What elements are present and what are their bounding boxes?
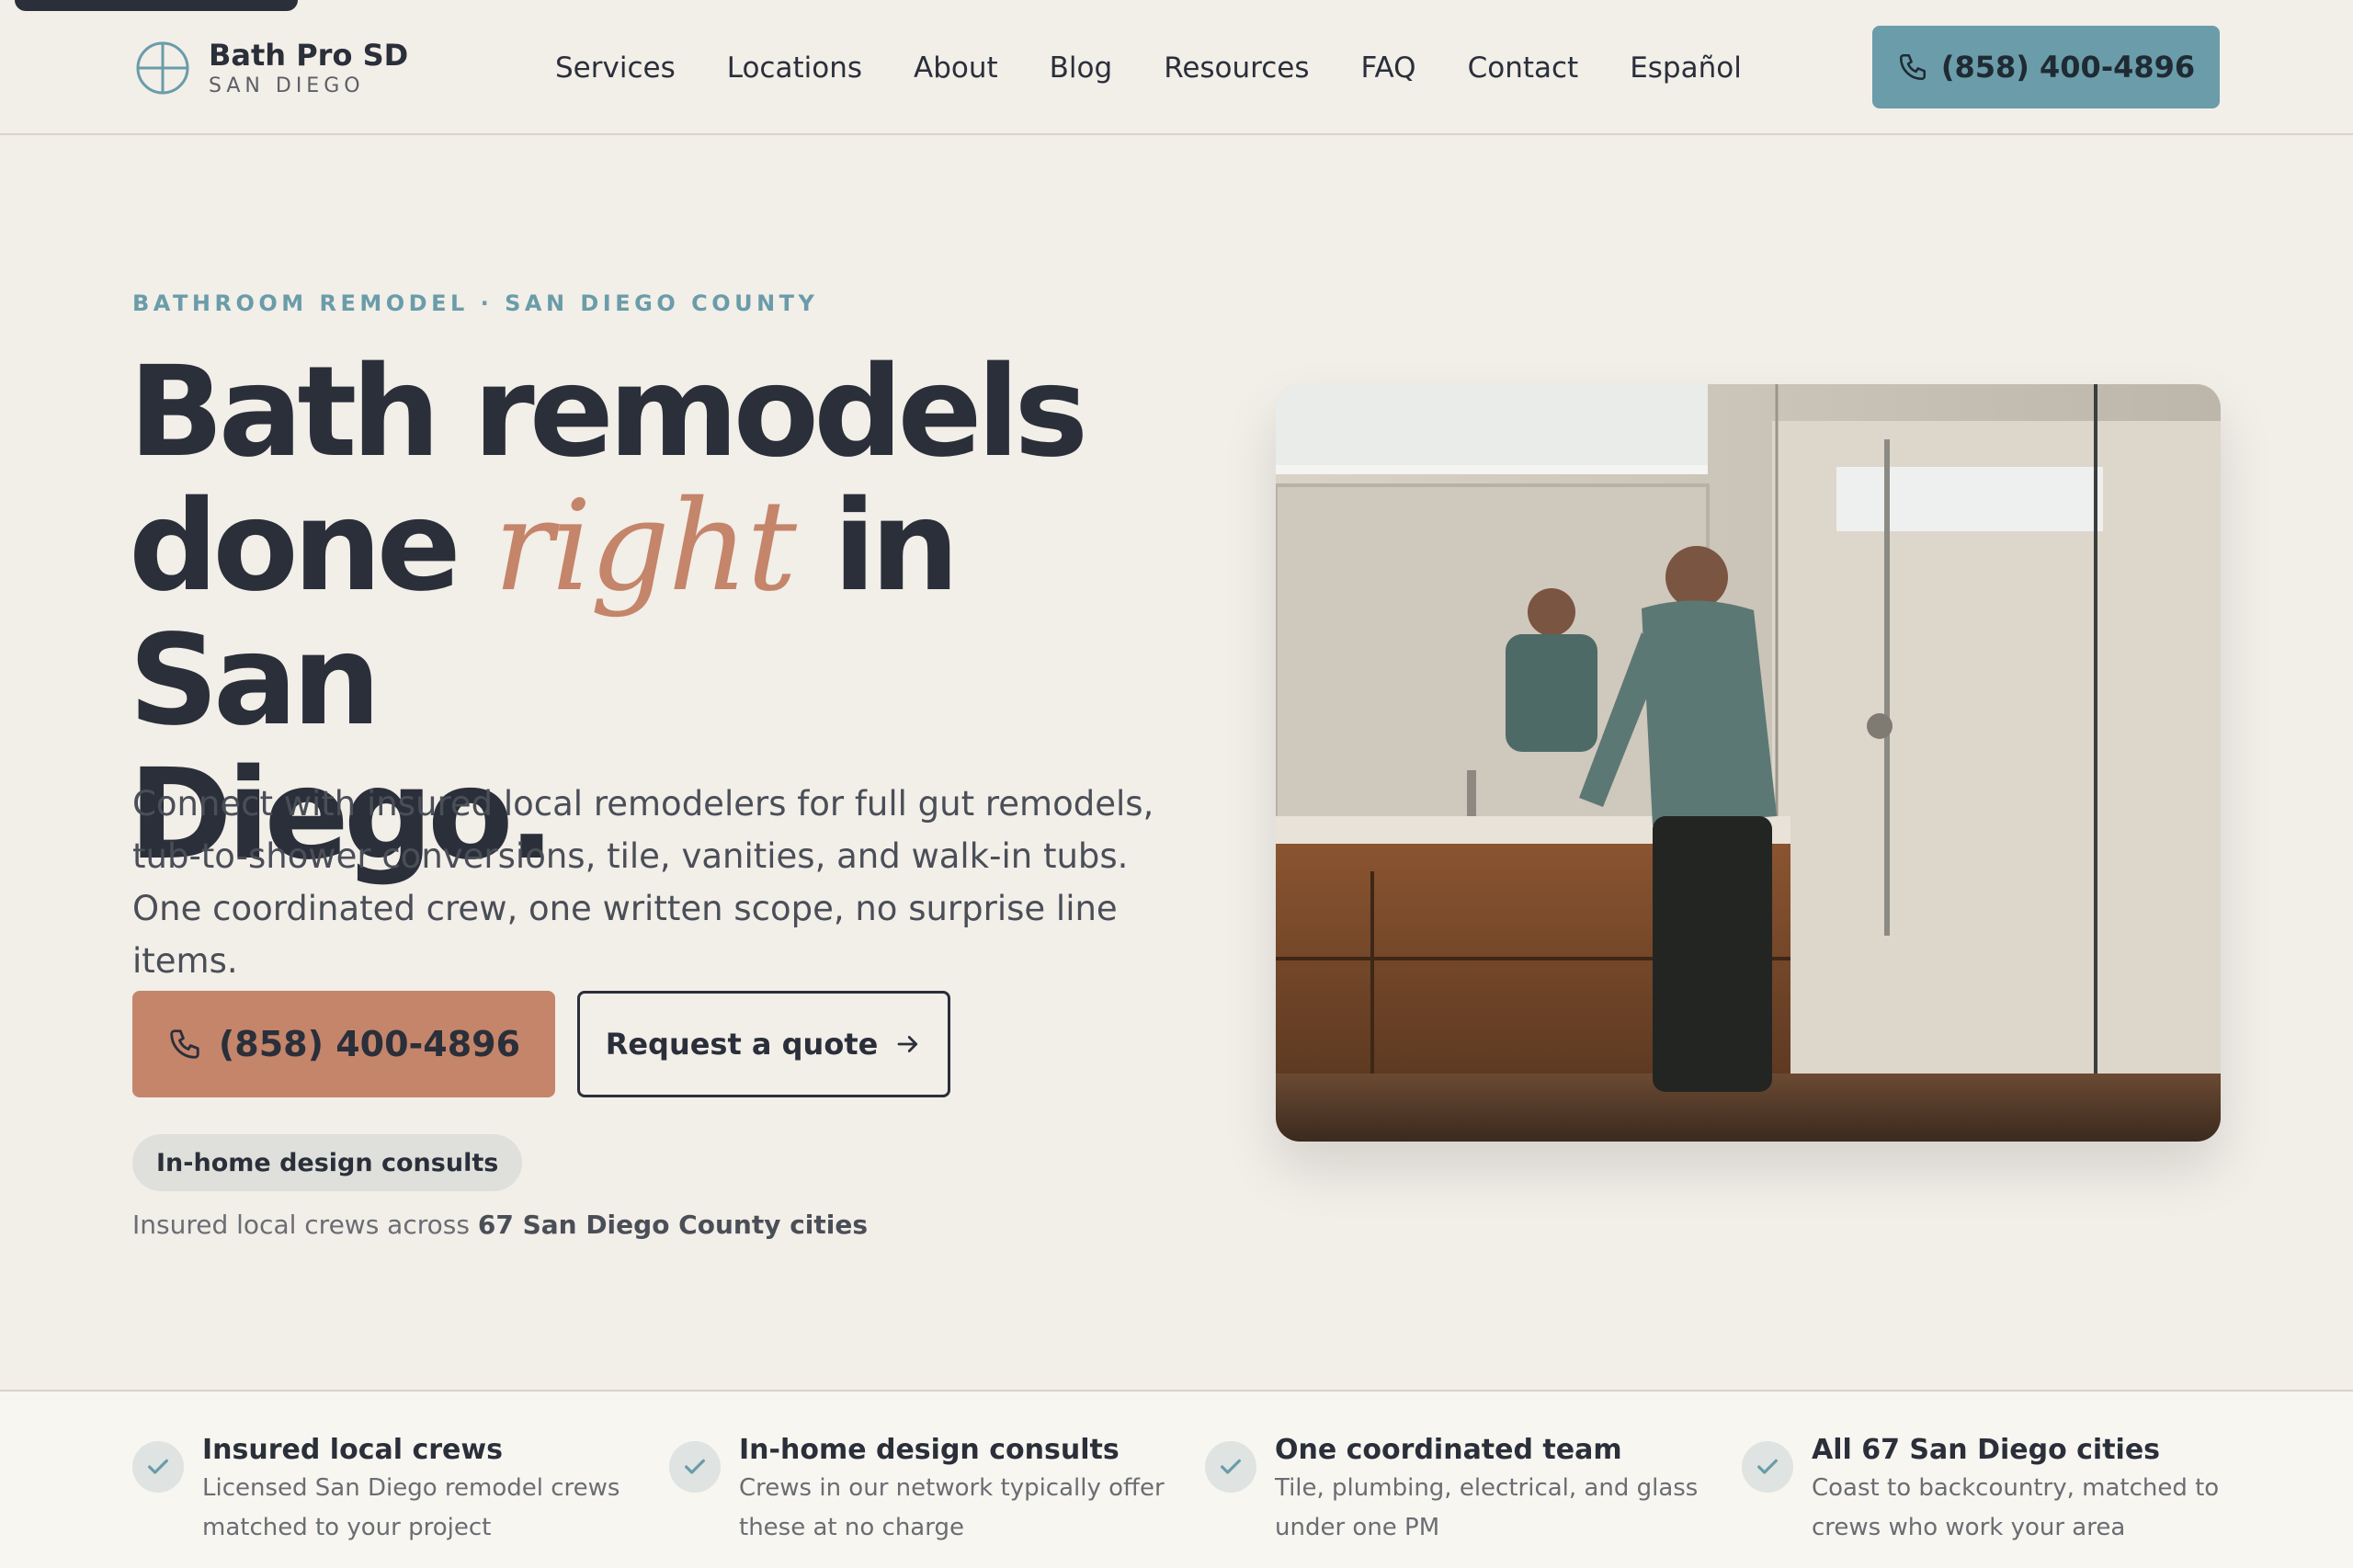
header-call-label: (858) 400-4896 — [1940, 50, 2196, 85]
trust-item: One coordinated team Tile, plumbing, ele… — [1205, 1432, 1701, 1548]
request-quote-label: Request a quote — [605, 1027, 879, 1062]
trust-title: One coordinated team — [1275, 1434, 1622, 1466]
nav-espanol[interactable]: Español — [1630, 51, 1742, 85]
trust-desc: Coast to backcountry, matched to crews w… — [1812, 1474, 2220, 1541]
hero-title-done: done — [129, 474, 461, 619]
trust-item: All 67 San Diego cities Coast to backcou… — [1742, 1432, 2238, 1548]
coverage-prefix: Insured local crews across — [132, 1210, 470, 1240]
nav-blog[interactable]: Blog — [1050, 51, 1113, 85]
nav-locations[interactable]: Locations — [727, 51, 862, 85]
header-call-button[interactable]: (858) 400-4896 — [1872, 26, 2220, 108]
coverage-note: Insured local crews across 67 San Diego … — [132, 1210, 868, 1240]
brand-logo[interactable]: Bath Pro SD SAN DIEGO — [135, 33, 408, 103]
nav-about[interactable]: About — [914, 51, 998, 85]
hero-cta-row: (858) 400-4896 Request a quote — [132, 991, 950, 1097]
hero-call-label: (858) 400-4896 — [218, 1024, 521, 1064]
site-header: Bath Pro SD SAN DIEGO Services Locations… — [0, 0, 2353, 135]
check-icon — [1205, 1441, 1256, 1493]
design-consult-badge: In-home design consults — [132, 1134, 523, 1191]
phone-icon — [1899, 53, 1926, 81]
trust-bar: Insured local crews Licensed San Diego r… — [0, 1390, 2353, 1568]
hero-call-button[interactable]: (858) 400-4896 — [132, 991, 555, 1097]
main-nav: Services Locations About Blog Resources … — [555, 40, 1742, 96]
check-icon — [1742, 1441, 1793, 1493]
trust-item: Insured local crews Licensed San Diego r… — [132, 1432, 629, 1548]
trust-desc: Tile, plumbing, electrical, and glass un… — [1275, 1474, 1699, 1541]
bathroom-photo-illustration — [1276, 384, 2221, 1142]
trust-desc: Licensed San Diego remodel crews matched… — [202, 1474, 620, 1541]
brand-subtitle: SAN DIEGO — [209, 74, 365, 97]
phone-icon — [170, 1029, 199, 1059]
arrow-right-icon — [897, 1036, 918, 1052]
nav-faq[interactable]: FAQ — [1361, 51, 1416, 85]
trust-title: All 67 San Diego cities — [1812, 1434, 2161, 1466]
check-icon — [669, 1441, 721, 1493]
trust-title: Insured local crews — [202, 1434, 503, 1466]
trust-item: In-home design consults Crews in our net… — [669, 1432, 1165, 1548]
plus-circle-logo-icon — [136, 41, 189, 95]
check-icon — [132, 1441, 184, 1493]
nav-resources[interactable]: Resources — [1164, 51, 1309, 85]
brand-name: Bath Pro SD — [209, 38, 409, 73]
nav-services[interactable]: Services — [555, 51, 676, 85]
coverage-strong: 67 San Diego County cities — [477, 1210, 869, 1240]
hero-title-line1: Bath remodels — [129, 340, 1088, 485]
nav-contact[interactable]: Contact — [1468, 51, 1579, 85]
request-quote-button[interactable]: Request a quote — [577, 991, 950, 1097]
hero-description: Connect with insured local remodelers fo… — [132, 784, 1154, 981]
hero-eyebrow: BATHROOM REMODEL · SAN DIEGO COUNTY — [132, 290, 819, 316]
hero-photo — [1276, 384, 2221, 1142]
hero-title-accent: right — [494, 474, 797, 619]
trust-title: In-home design consults — [739, 1434, 1120, 1466]
trust-desc: Crews in our network typically offer the… — [739, 1474, 1165, 1541]
